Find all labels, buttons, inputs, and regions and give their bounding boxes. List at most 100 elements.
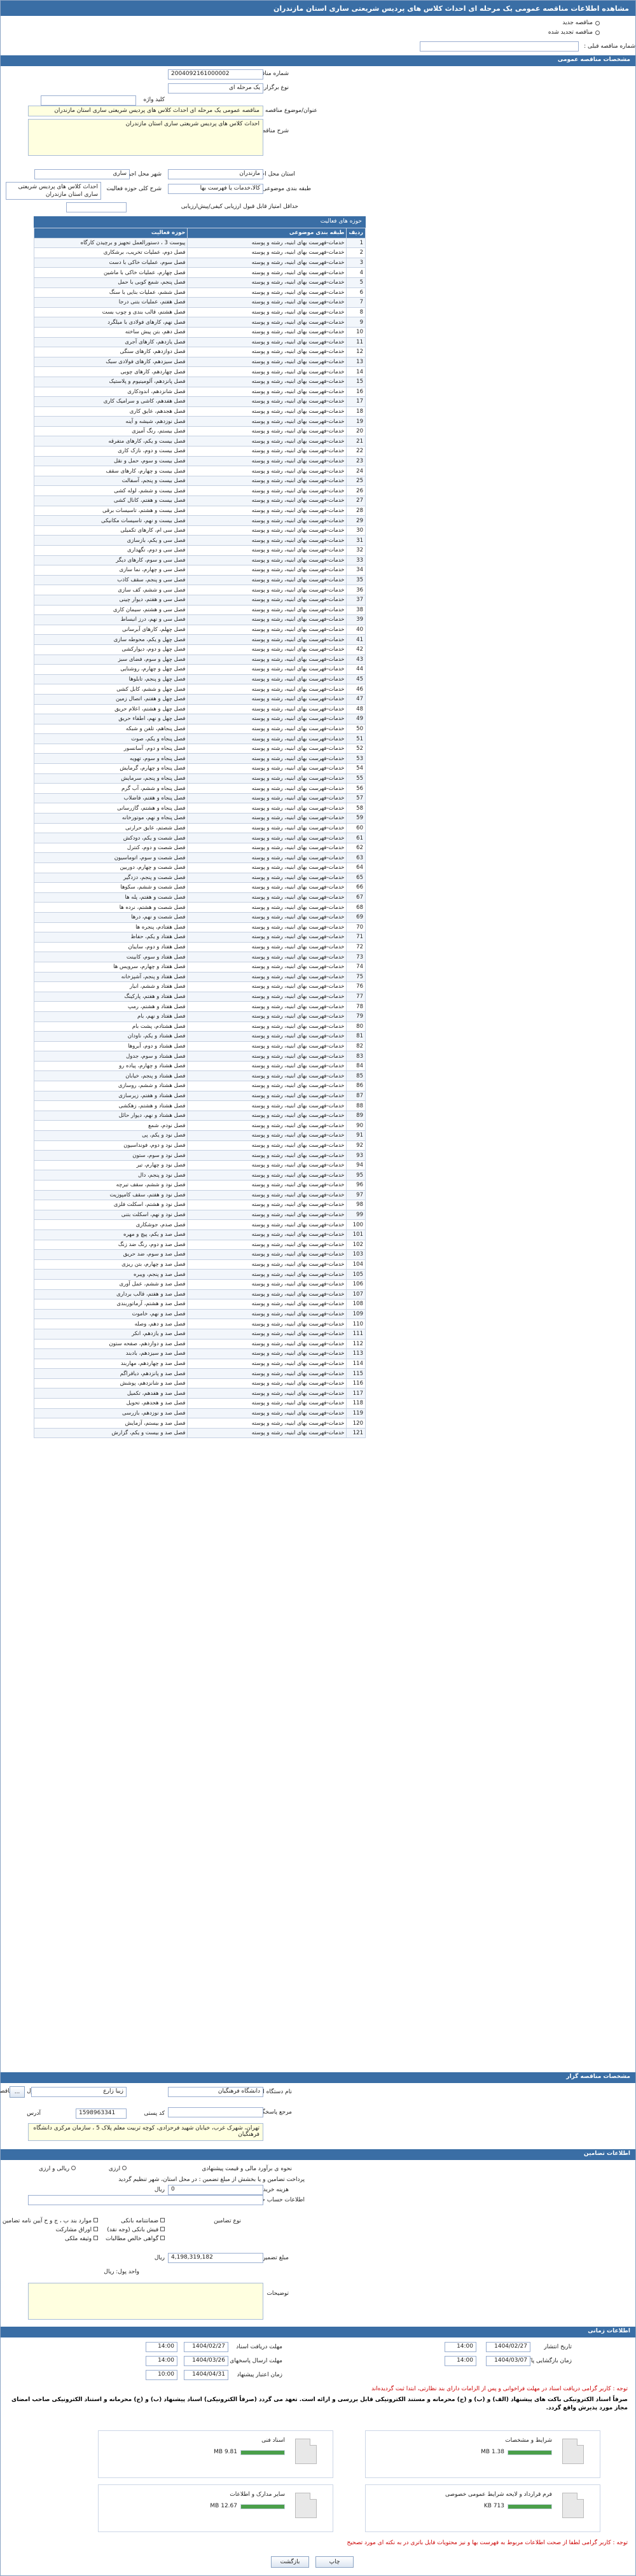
row-number: 26	[346, 485, 366, 497]
validity-date: 1404/04/31	[184, 2370, 228, 2380]
bank-info-select[interactable]	[28, 2195, 263, 2205]
description-field: احداث کلاس های پردیس شریعتی ساری استان م…	[28, 119, 263, 156]
checkbox-icon[interactable]	[93, 2236, 98, 2240]
table-row: 34 خدمات-فهرست بهای ابنیه، رشته و پوسته فص…	[33, 565, 366, 576]
org-postal-field: 1598963341	[76, 2109, 127, 2119]
estimate-opt-mixed[interactable]: ریالی و ارزی	[39, 2166, 76, 2172]
row-class: خدمات-فهرست بهای ابنیه، رشته و پوسته	[187, 604, 347, 616]
table-row: 66 خدمات-فهرست بهای ابنیه، رشته و پوسته فص…	[33, 882, 366, 893]
row-field: فصل صد و نهم، خاموت	[33, 1308, 188, 1320]
row-field: فصل سیزدهم، کارهای فولادی سبک	[33, 356, 188, 368]
row-field: فصل سی و ششم، کف سازی	[33, 585, 188, 595]
city-select[interactable]: ساری	[34, 169, 130, 179]
checkbox-icon[interactable]	[160, 2227, 165, 2231]
row-class: خدمات-فهرست بهای ابنیه، رشته و پوسته	[187, 1358, 347, 1369]
row-class: خدمات-فهرست بهای ابنیه، رشته و پوسته	[187, 1160, 347, 1171]
table-row: 37 خدمات-فهرست بهای ابنیه، رشته و پوسته فص…	[33, 594, 366, 606]
row-field: فصل پنجاه و نهم، موتورخانه	[33, 813, 188, 824]
table-row: 117 خدمات-فهرست بهای ابنیه، رشته و پوسته ف…	[33, 1388, 366, 1399]
table-row: 33 خدمات-فهرست بهای ابنیه، رشته و پوسته فص…	[33, 555, 366, 566]
row-field: فصل شصت و دوم، کنترل	[33, 842, 188, 854]
row-number: 93	[346, 1150, 366, 1161]
row-field: فصل هشتاد و هفتم، زیرسازی	[33, 1090, 188, 1102]
table-row: 5 خدمات-فهرست بهای ابنیه، رشته و پوسته فصل…	[33, 277, 366, 288]
row-class: خدمات-فهرست بهای ابنیه، رشته و پوسته	[187, 1427, 347, 1439]
row-number: 113	[346, 1348, 366, 1359]
form-opt-property[interactable]: وثیقه ملکی	[65, 2236, 98, 2242]
classification-select[interactable]: کالا،خدمات یا فهرست بها	[168, 184, 263, 194]
row-number: 77	[346, 991, 366, 1002]
row-class: خدمات-فهرست بهای ابنیه، رشته و پوسته	[187, 1060, 347, 1072]
row-field: فصل هفتاد و هشتم، رمپ	[33, 1001, 188, 1012]
form-opt-other[interactable]: موارد بند ب ، ج و ح آیین نامه تضامین	[3, 2218, 98, 2224]
org-registrar-field: زیبا زارع	[31, 2087, 127, 2097]
row-class: خدمات-فهرست بهای ابنیه، رشته و پوسته	[187, 237, 347, 249]
table-row: 56 خدمات-فهرست بهای ابنیه، رشته و پوسته فص…	[33, 783, 366, 794]
table-row: 19 خدمات-فهرست بهای ابنیه، رشته و پوسته فص…	[33, 416, 366, 427]
table-row: 79 خدمات-فهرست بهای ابنیه، رشته و پوسته فص…	[33, 1011, 366, 1022]
table-row: 49 خدمات-فهرست بهای ابنیه، رشته و پوسته فص…	[33, 714, 366, 724]
checkbox-icon[interactable]	[160, 2218, 165, 2222]
file-item-2[interactable]: اسناد فنی 9.81 MB	[98, 2430, 333, 2478]
radio-icon[interactable]	[122, 2166, 127, 2170]
row-class: خدمات-فهرست بهای ابنیه، رشته و پوسته	[187, 1278, 347, 1290]
table-row: 35 خدمات-فهرست بهای ابنیه، رشته و پوسته فص…	[33, 574, 366, 586]
file-item-4[interactable]: سایر مدارک و اطلاعات 12.67 MB	[98, 2484, 333, 2532]
table-row: 11 خدمات-فهرست بهای ابنیه، رشته و پوسته فص…	[33, 336, 366, 348]
row-class: خدمات-فهرست بهای ابنیه، رشته و پوسته	[187, 1289, 347, 1300]
row-class: خدمات-فهرست بهای ابنیه، رشته و پوسته	[187, 1398, 347, 1409]
row-number: 78	[346, 1001, 366, 1012]
file-item-1[interactable]: شرایط و مشخصات 1.38 MB	[365, 2430, 600, 2478]
file-item-3[interactable]: فرم قرارداد و لایحه شرایط عمومی خصوصی 71…	[365, 2484, 600, 2532]
radio-icon[interactable]	[71, 2166, 76, 2170]
table-row: 14 خدمات-فهرست بهای ابنیه، رشته و پوسته فص…	[33, 366, 366, 377]
radio-icon[interactable]	[595, 21, 600, 25]
row-class: خدمات-فهرست بهای ابنیه، رشته و پوسته	[187, 902, 347, 913]
file-icon	[562, 2439, 584, 2464]
back-button[interactable]: بازگشت	[271, 2556, 309, 2568]
mode-new-option[interactable]: مناقصه جدید	[1, 18, 600, 28]
radio-icon[interactable]	[595, 31, 600, 35]
table-row: 1 خدمات-فهرست بهای ابنیه، رشته و پوسته پیو…	[33, 237, 366, 249]
row-field: فصل صد و سیزدهم، بادبند	[33, 1348, 188, 1359]
row-class: خدمات-فهرست بهای ابنیه، رشته و پوسته	[187, 1140, 347, 1151]
mode-renewed-option[interactable]: مناقصه تجدید شده	[1, 28, 600, 38]
row-field: فصل بیستم، رنگ آمیزی	[33, 426, 188, 437]
row-field: فصل پنجاه و دوم، آسانسور	[33, 743, 188, 754]
row-number: 16	[346, 386, 366, 398]
estimate-opt-currency[interactable]: ارزی	[109, 2166, 127, 2172]
row-field: فصل چهل و چهارم، روشنایی	[33, 664, 188, 675]
prev-tender-label: شماره مناقصه قبلی :	[584, 43, 635, 50]
table-row: 91 خدمات-فهرست بهای ابنیه، رشته و پوسته فص…	[33, 1130, 366, 1141]
file-name: اسناد فنی	[261, 2437, 285, 2444]
row-field: فصل پانزدهم، آلومینیوم و پلاستیک	[33, 376, 188, 387]
form-opt-bonds[interactable]: اوراق مشارکت	[56, 2227, 98, 2233]
form-opt-cash[interactable]: فیش بانکی (وجه نقد)	[107, 2227, 165, 2233]
prev-tender-select[interactable]	[420, 41, 579, 52]
row-field: فصل سی و دوم، نگهداری	[33, 545, 188, 556]
table-row: 120 خدمات-فهرست بهای ابنیه، رشته و پوسته ف…	[33, 1418, 366, 1429]
row-field: فصل شصت و چهارم، دوربین	[33, 862, 188, 873]
row-number: 24	[346, 466, 366, 476]
print-button[interactable]: چاپ	[315, 2556, 354, 2568]
file-icon	[562, 2493, 584, 2518]
validity-label: زمان اعتبار پیشنهاد	[237, 2372, 283, 2378]
checkbox-icon[interactable]	[160, 2236, 165, 2240]
row-field: فصل هفتم، عملیات بتنی درجا	[33, 297, 188, 308]
row-number: 63	[346, 852, 366, 863]
form-opt-bank-guarantee[interactable]: ضمانتنامه بانکی	[121, 2218, 165, 2224]
col-class-header: طبقه بندی موضوعی	[187, 228, 347, 239]
table-row: 15 خدمات-فهرست بهای ابنیه، رشته و پوسته فص…	[33, 376, 366, 387]
table-row: 83 خدمات-فهرست بهای ابنیه، رشته و پوسته فص…	[33, 1051, 366, 1062]
row-number: 76	[346, 981, 366, 992]
row-field: فصل نود و پنجم، دال	[33, 1170, 188, 1181]
form-opt-claims[interactable]: گواهی خالص مطالبات	[106, 2236, 165, 2242]
checkbox-icon[interactable]	[93, 2227, 98, 2231]
row-field: فصل شصت و ششم، سکوها	[33, 882, 188, 893]
province-select[interactable]: مازندران	[168, 169, 263, 179]
row-number: 6	[346, 287, 366, 298]
row-number: 72	[346, 941, 366, 953]
registrar-lookup-button[interactable]: ...	[10, 2086, 25, 2098]
keyword-label: کلید واژه	[143, 97, 165, 103]
checkbox-icon[interactable]	[93, 2218, 98, 2222]
